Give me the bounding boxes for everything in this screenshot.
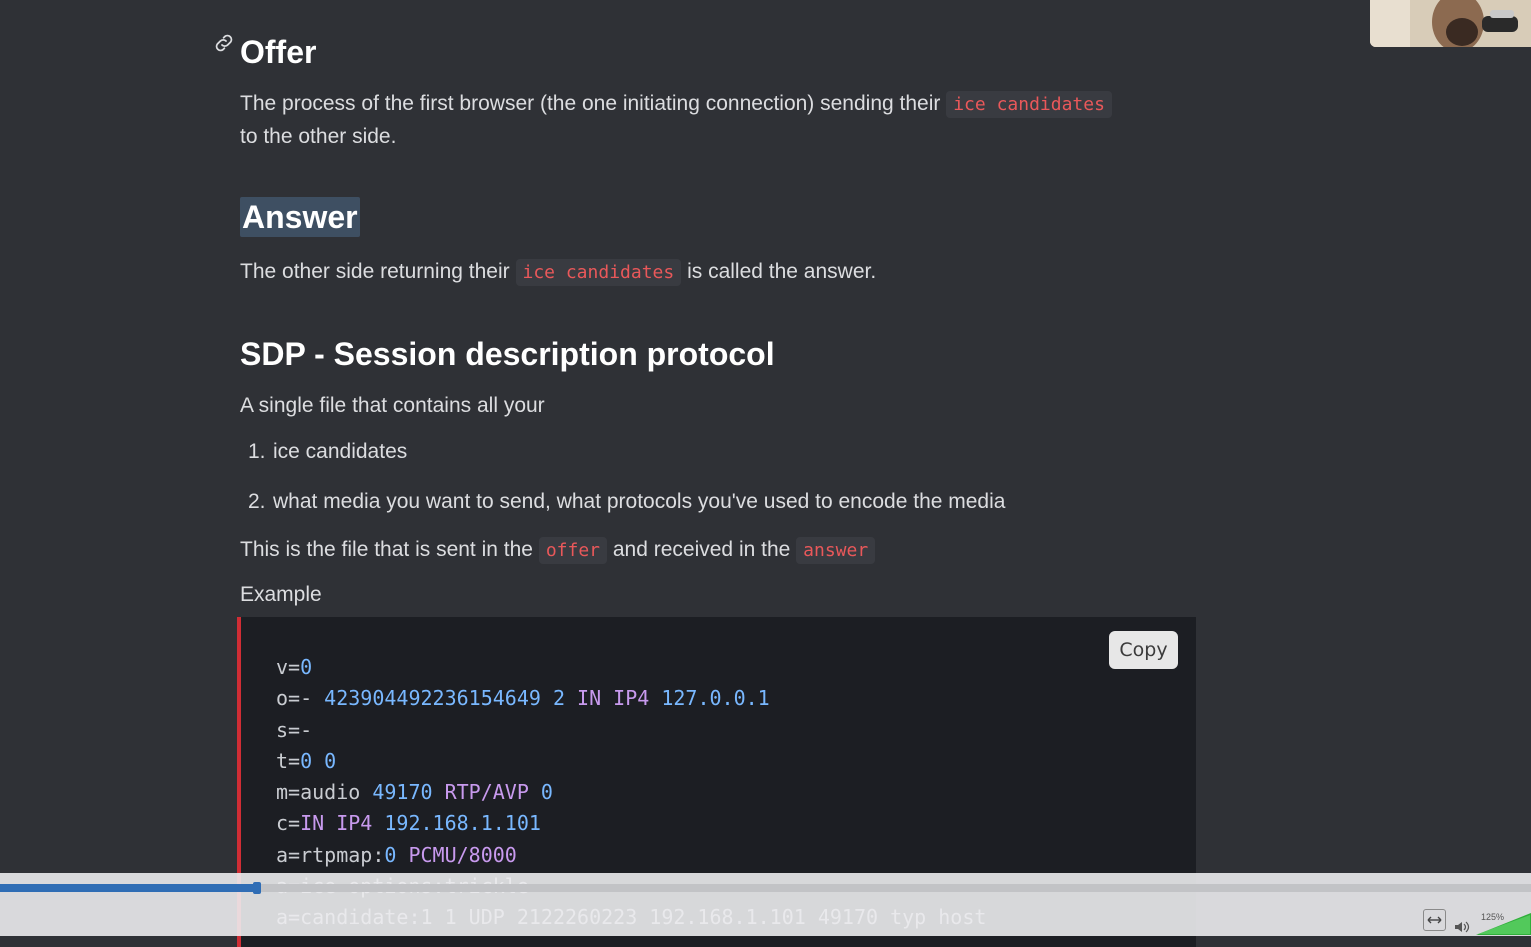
code-token: v= <box>276 655 301 679</box>
list-item: 2. what media you want to send, what prot… <box>248 490 1005 514</box>
webcam-video-overlay <box>1370 0 1531 47</box>
offer-description-cont: to the other side. <box>240 125 397 148</box>
heading-answer: Answer <box>240 197 360 237</box>
code-line: v=0 <box>276 652 986 683</box>
offer-description: The process of the first browser (the on… <box>240 87 1112 121</box>
code-line: t=0 0 <box>276 746 986 777</box>
list-number: 2. <box>248 490 266 513</box>
sdp-sent-description: This is the file that is sent in the off… <box>240 533 876 567</box>
sent-text: This is the file that is sent in the <box>240 538 533 561</box>
code-token: 0 <box>384 842 409 867</box>
code-token: 49 2 <box>516 686 578 711</box>
code-token: m=audio <box>276 780 373 805</box>
list-item: 1. ice candidates <box>248 440 407 464</box>
highlighted-heading-text: Answer <box>240 197 360 237</box>
code-token: o=- <box>276 686 325 711</box>
code-token: 49170 <box>372 780 445 805</box>
code-token: 0 0 <box>300 748 337 773</box>
video-player-controls <box>0 873 1531 936</box>
offer-inline-code: ice candidates <box>946 91 1112 118</box>
heading-sdp: SDP - Session description protocol <box>240 336 775 372</box>
answer-inline-code: answer <box>796 537 876 564</box>
code-line: c=IN IP4 192.168.1.101 <box>276 808 986 839</box>
answer-inline-code: ice candidates <box>515 259 682 286</box>
presenter-silhouette <box>1370 0 1531 47</box>
answer-text: The other side returning their <box>240 260 510 283</box>
offer-inline-code: offer <box>538 537 608 564</box>
code-line: a=rtpmap:0 PCMU/8000 <box>276 840 986 871</box>
code-token: 0 <box>540 780 553 805</box>
code-token: 192.168.1.101 <box>384 811 541 836</box>
code-token: PCMU/8000 <box>408 842 517 867</box>
list-text: ice candidates <box>273 440 408 463</box>
code-token: 0 <box>300 655 313 679</box>
code-token: IN IP4 <box>577 686 662 711</box>
list-text: what media you want to send, what protoc… <box>273 490 1006 513</box>
copy-button[interactable]: Copy <box>1109 631 1178 669</box>
code-token: a=rtpmap: <box>276 842 385 867</box>
seek-progress <box>0 884 261 892</box>
answer-description: The other side returning their ice candi… <box>240 255 876 289</box>
received-text: and received in the <box>612 538 791 561</box>
heading-offer: Offer <box>240 34 317 70</box>
code-token: c= <box>276 811 301 836</box>
code-line: s=- <box>276 715 986 746</box>
fit-width-button[interactable] <box>1423 909 1446 931</box>
code-line: o=- 423904492236154649 2 IN IP4 127.0.0.… <box>276 683 986 714</box>
arrows-horizontal-icon <box>1427 916 1442 924</box>
code-line: m=audio 49170 RTP/AVP 0 <box>276 777 986 808</box>
link-icon[interactable] <box>212 32 236 54</box>
code-token: RTP/AVP <box>444 780 541 805</box>
volume-percentage: 125% <box>1481 912 1505 922</box>
example-label: Example <box>240 583 322 606</box>
code-token: IN IP4 <box>300 811 385 836</box>
offer-text: The process of the first browser (the on… <box>240 92 941 115</box>
answer-text-end: is called the answer. <box>687 260 877 283</box>
code-token: t= <box>276 748 301 773</box>
speaker-icon[interactable] <box>1454 920 1470 934</box>
list-number: 1. <box>248 440 266 463</box>
code-token: s=- <box>276 717 313 742</box>
code-token: 127.0.0.1 <box>661 686 770 711</box>
sdp-intro: A single file that contains all your <box>240 394 545 417</box>
code-token: 4239044922361546 <box>324 686 517 711</box>
seek-handle[interactable] <box>253 882 261 894</box>
